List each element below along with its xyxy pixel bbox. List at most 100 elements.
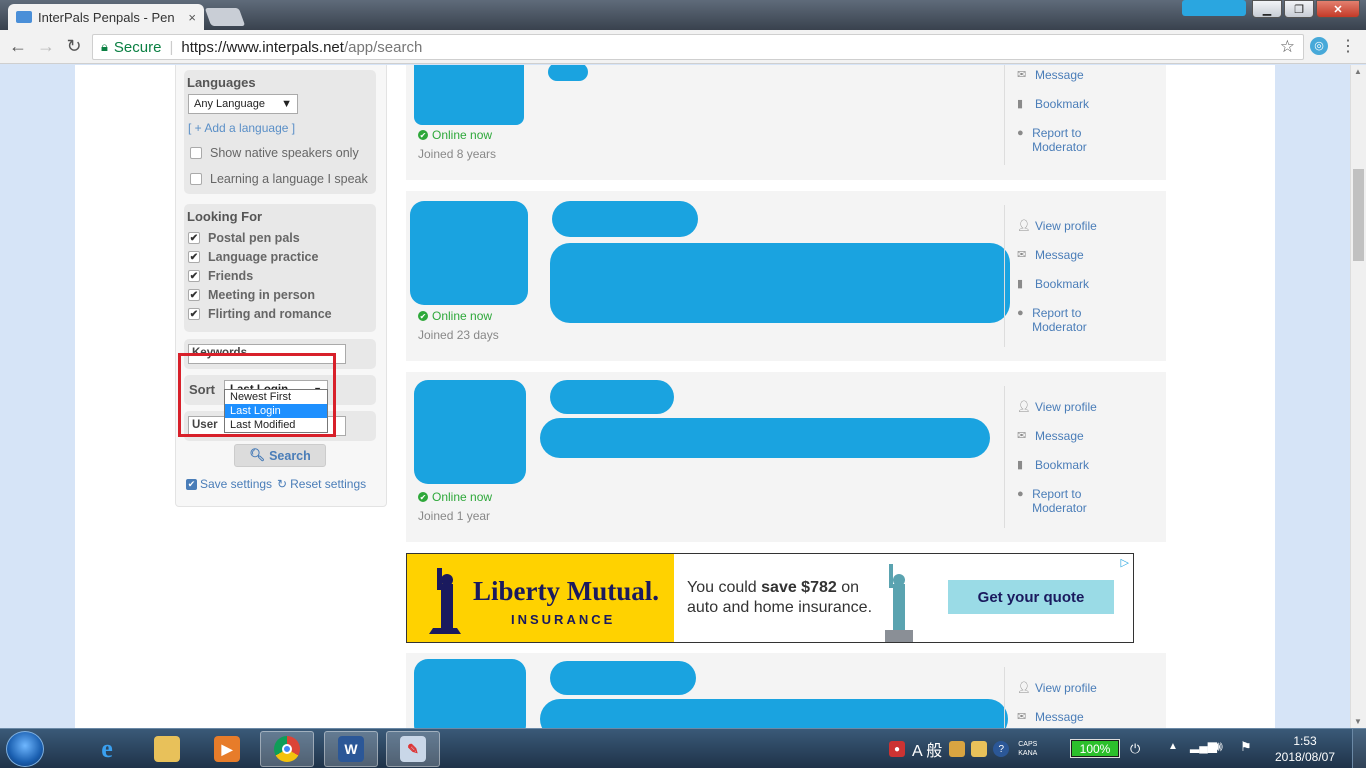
joined-text: Joined 8 years	[418, 147, 497, 161]
language-select-value: Any Language	[194, 98, 265, 110]
extension-icon[interactable]: ◎	[1310, 37, 1328, 55]
check-icon[interactable]: ✔	[188, 289, 200, 301]
tray-app-icon[interactable]: ●	[889, 741, 905, 757]
reload-icon[interactable]: ↻	[60, 36, 88, 57]
ime-indicator[interactable]: A 般	[912, 737, 942, 761]
action-label: Bookmark	[1035, 97, 1090, 111]
scroll-down-icon[interactable]: ▼	[1354, 717, 1362, 726]
looking-for-panel: Looking For ✔ Postal pen pals ✔ Language…	[184, 204, 376, 332]
maximize-button[interactable]: ❐	[1284, 0, 1314, 18]
profile-button[interactable]	[1182, 0, 1246, 16]
postal-pen-pals-checkbox[interactable]: ✔ Postal pen pals	[188, 231, 300, 245]
ime-dictionary-icon[interactable]	[971, 741, 988, 757]
browser-menu-icon[interactable]: ⋮	[1340, 36, 1356, 56]
view-profile-link[interactable]: 👤︎ View profile	[1017, 400, 1097, 414]
caps-kana-indicator: CAPS KANA	[1018, 740, 1037, 758]
report-link[interactable]: ● Report to Moderator	[1017, 306, 1117, 334]
bookmark-link[interactable]: ▮ Bookmark	[1017, 97, 1089, 111]
message-link[interactable]: ✉ Message	[1017, 429, 1084, 443]
battery-indicator[interactable]: 100%	[1070, 739, 1120, 758]
page-content: Languages Any Language ▼ [ + Add a langu…	[75, 65, 1275, 728]
help-icon[interactable]: ?	[993, 741, 1010, 757]
language-practice-checkbox[interactable]: ✔ Language practice	[188, 250, 318, 264]
report-link[interactable]: ● Report to Moderator	[1017, 126, 1117, 154]
action-center-flag-icon[interactable]: ⚑	[1240, 739, 1252, 755]
save-settings-check-icon[interactable]: ✔	[186, 478, 197, 490]
internet-explorer-icon: e	[101, 734, 113, 763]
start-button[interactable]	[6, 731, 44, 767]
check-icon[interactable]: ✔	[188, 270, 200, 282]
taskbar-chrome[interactable]	[260, 731, 314, 767]
message-link[interactable]: ✉ Message	[1017, 248, 1084, 262]
action-label: Bookmark	[1035, 277, 1090, 291]
folder-icon	[154, 736, 180, 762]
learning-language-checkbox[interactable]: Learning a language I speak	[190, 172, 368, 186]
friends-checkbox[interactable]: ✔ Friends	[188, 269, 253, 283]
ime-tools-icon[interactable]	[949, 741, 966, 757]
tab-title: InterPals Penpals - Pen	[38, 9, 175, 25]
network-signal-icon[interactable]: ▂▄▆	[1190, 739, 1217, 753]
bookmark-icon: ▮	[1017, 98, 1024, 110]
adchoices-icon[interactable]: ▷	[1121, 556, 1129, 569]
looking-for-label: Meeting in person	[208, 288, 315, 302]
result-actions: 👤︎ View profile ✉ Message ▮ Bookmark ● Repor…	[1004, 205, 1144, 347]
scroll-up-icon[interactable]: ▲	[1354, 67, 1362, 76]
add-language-link[interactable]: [ + Add a language ]	[188, 121, 295, 135]
flirting-romance-checkbox[interactable]: ✔ Flirting and romance	[188, 307, 332, 321]
new-tab-button[interactable]	[204, 8, 246, 26]
get-quote-button[interactable]: Get your quote	[948, 580, 1114, 614]
user-icon: 👤︎	[1017, 682, 1031, 694]
volume-icon[interactable]: 🔊︎	[1214, 738, 1223, 755]
language-select[interactable]: Any Language ▼	[188, 94, 298, 114]
action-label: Report to Moderator	[1032, 487, 1087, 515]
alert-icon: ●	[1017, 488, 1024, 500]
tab-close-icon[interactable]: ×	[188, 10, 196, 25]
ad-copy-highlight: save $782	[761, 579, 837, 596]
report-link[interactable]: ● Report to Moderator	[1017, 487, 1117, 515]
view-profile-link[interactable]: 👤︎ View profile	[1017, 681, 1097, 695]
message-link[interactable]: ✉ Message	[1017, 710, 1084, 724]
redacted-name	[548, 65, 588, 81]
show-hidden-icons-icon[interactable]: ▲	[1168, 741, 1178, 752]
meeting-in-person-checkbox[interactable]: ✔ Meeting in person	[188, 288, 315, 302]
checkbox-box[interactable]	[190, 147, 202, 159]
view-profile-link[interactable]: 👤︎ View profile	[1017, 219, 1097, 233]
paint-icon: ✎	[400, 736, 426, 762]
scrollbar-thumb[interactable]	[1353, 169, 1364, 261]
taskbar-paint[interactable]: ✎	[386, 731, 440, 767]
taskbar-word[interactable]: W	[324, 731, 378, 767]
search-button[interactable]: 🔍︎ Search	[234, 444, 326, 467]
check-icon[interactable]: ✔	[188, 308, 200, 320]
address-bar[interactable]: 🔒︎ Secure | https://www.interpals.net/ap…	[92, 34, 1304, 60]
envelope-icon: ✉	[1017, 711, 1027, 723]
bookmark-link[interactable]: ▮ Bookmark	[1017, 458, 1089, 472]
ad-brand-panel: Liberty Mutual. INSURANCE	[407, 554, 674, 642]
redacted-description	[540, 418, 990, 458]
checkbox-box[interactable]	[190, 173, 202, 185]
check-icon[interactable]: ✔	[188, 232, 200, 244]
bookmark-link[interactable]: ▮ Bookmark	[1017, 277, 1089, 291]
advertisement-banner[interactable]: Liberty Mutual. INSURANCE You could save…	[406, 553, 1134, 643]
clock-time: 1:53	[1293, 734, 1317, 748]
browser-tab[interactable]: InterPals Penpals - Pen ×	[8, 4, 204, 30]
taskbar-explorer[interactable]	[140, 731, 194, 767]
forward-icon[interactable]: →	[32, 36, 60, 57]
save-settings-link[interactable]: Save settings	[200, 477, 272, 491]
check-icon[interactable]: ✔	[188, 251, 200, 263]
reset-settings-link[interactable]: Reset settings	[290, 477, 366, 491]
taskbar-media[interactable]: ▶	[200, 731, 254, 767]
show-desktop-button[interactable]	[1352, 729, 1366, 768]
native-speakers-checkbox[interactable]: Show native speakers only	[190, 146, 359, 160]
back-icon[interactable]: ←	[4, 36, 32, 57]
bookmark-star-icon[interactable]: ☆	[1280, 37, 1295, 57]
taskbar-ie[interactable]: e	[80, 731, 134, 767]
message-link[interactable]: ✉ Message	[1017, 68, 1084, 82]
action-label: Message	[1035, 710, 1084, 724]
power-plug-icon[interactable]: ⏻	[1130, 741, 1140, 757]
action-label: Message	[1035, 429, 1084, 443]
close-window-button[interactable]: ✕	[1316, 0, 1360, 18]
minimize-button[interactable]: ▁	[1252, 0, 1282, 18]
system-clock[interactable]: 1:53 2018/08/07	[1270, 733, 1340, 765]
page-scrollbar[interactable]: ▲ ▼	[1350, 65, 1366, 728]
joined-text: Joined 1 year	[418, 509, 491, 523]
